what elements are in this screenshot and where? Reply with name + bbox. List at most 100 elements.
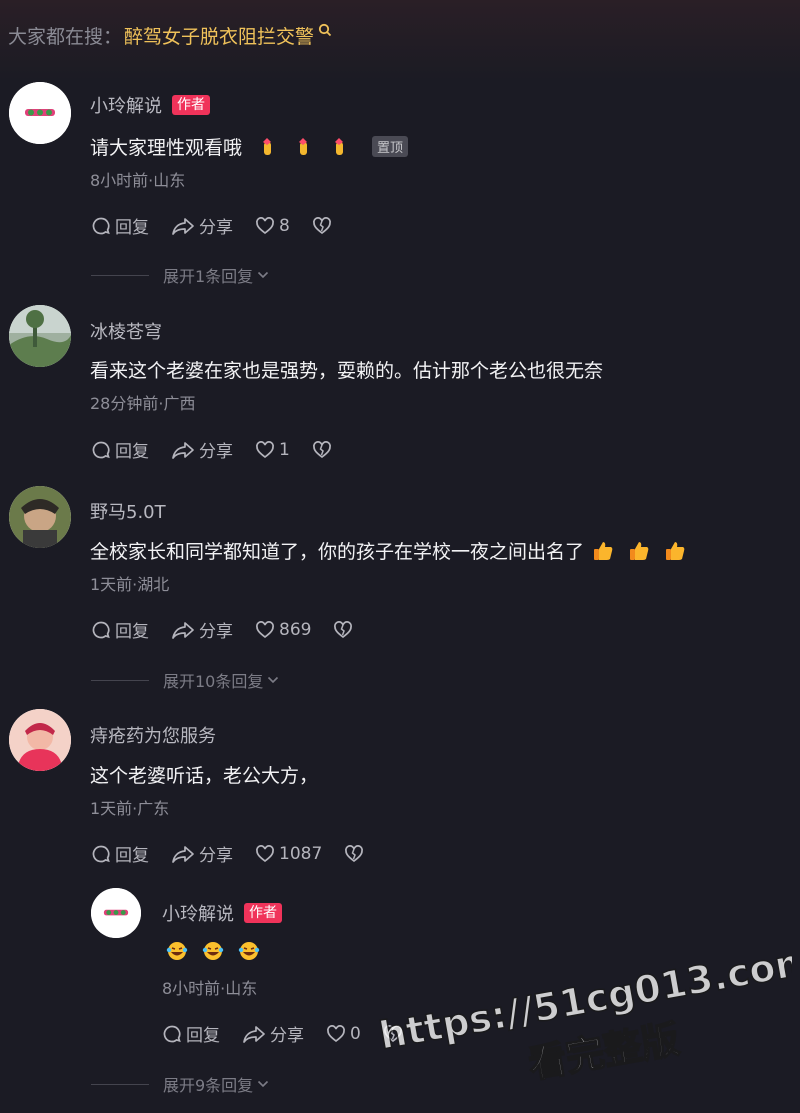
broken-heart-icon — [334, 620, 353, 638]
share-icon — [172, 845, 194, 863]
share-button[interactable]: 分享 — [171, 437, 233, 462]
divider-line — [91, 679, 149, 681]
comment-actions: 回复 分享 1087 — [91, 841, 390, 866]
reply-label: 回复 — [115, 622, 149, 642]
dislike-button[interactable] — [312, 216, 336, 236]
broken-heart-icon — [312, 440, 331, 458]
trending-search-bar[interactable]: 大家都在搜： 醉驾女子脱衣阻拦交警 — [8, 20, 332, 50]
username[interactable]: 小玲解说 — [162, 900, 234, 926]
reply-icon — [92, 621, 110, 638]
reply-label: 回复 — [115, 218, 149, 238]
comment-text: 请大家理性观看哦 — [90, 137, 243, 159]
share-label: 分享 — [199, 846, 233, 866]
thumbs-up-emoji-icon — [666, 541, 685, 560]
watermark-caption: 看完整版 — [525, 1017, 682, 1087]
share-button[interactable]: 分享 — [242, 1021, 304, 1046]
reply-button[interactable]: 回复 — [162, 1021, 220, 1046]
comment-meta: 8小时前·山东 — [90, 171, 186, 190]
avatar[interactable] — [9, 82, 71, 144]
reply-button[interactable]: 回复 — [91, 437, 149, 462]
reply-button[interactable]: 回复 — [91, 841, 149, 866]
share-icon — [172, 217, 194, 235]
reply-button[interactable]: 回复 — [91, 213, 149, 238]
laughing-tears-emoji-icon — [202, 942, 224, 960]
author-badge: 作者 — [172, 95, 210, 115]
comment-header: 痔疮药为您服务 — [90, 722, 216, 748]
comment-actions: 回复 分享 8 — [91, 213, 358, 238]
reply-label: 回复 — [115, 442, 149, 462]
heart-icon — [256, 620, 274, 638]
comment-text-row: 这个老婆听话，老公大方， — [90, 761, 318, 788]
dislike-button[interactable] — [333, 620, 357, 640]
comment-header: 野马5.0T — [90, 498, 166, 524]
comment-text: 这个老婆听话，老公大方， — [90, 765, 319, 787]
share-button[interactable]: 分享 — [171, 617, 233, 642]
like-button[interactable]: 0 — [326, 1024, 361, 1044]
reply-label: 回复 — [186, 1026, 220, 1046]
share-button[interactable]: 分享 — [171, 841, 233, 866]
like-button[interactable]: 1087 — [255, 844, 322, 864]
expand-replies[interactable]: 展开9条回复 — [91, 1072, 269, 1096]
pinned-badge: 置顶 — [372, 136, 409, 157]
comment-header: 小玲解说 作者 — [90, 92, 210, 118]
laughing-tears-emoji-icon — [166, 942, 188, 960]
comment-text-row: 请大家理性观看哦 置顶 — [90, 133, 409, 160]
landscape-avatar-icon — [9, 305, 71, 367]
expand-replies[interactable]: 展开10条回复 — [91, 668, 279, 692]
avatar[interactable] — [91, 888, 141, 938]
dislike-button[interactable] — [312, 440, 336, 460]
comment-header: 冰棱苍穹 — [90, 318, 162, 344]
expand-replies-label: 展开1条回复 — [163, 267, 254, 286]
comment-header: 小玲解说 作者 — [162, 900, 282, 926]
username[interactable]: 冰棱苍穹 — [90, 318, 162, 344]
author-logo-icon — [9, 82, 71, 144]
comment-actions: 回复 分享 1 — [91, 437, 358, 462]
like-count: 8 — [279, 215, 290, 236]
avatar[interactable] — [9, 486, 71, 548]
comment-text: 看来这个老婆在家也是强势，耍赖的。估计那个老公也很无奈 — [90, 360, 604, 382]
dislike-button[interactable] — [383, 1024, 407, 1044]
comment-actions: 回复 分享 0 — [162, 1021, 429, 1046]
finger-heart-emoji-icon — [335, 137, 344, 155]
reply-icon — [163, 1025, 181, 1042]
share-button[interactable]: 分享 — [171, 213, 233, 238]
reply-label: 回复 — [115, 846, 149, 866]
username[interactable]: 痔疮药为您服务 — [90, 722, 216, 748]
heart-icon — [327, 1024, 345, 1042]
comment-text-row: 全校家长和同学都知道了，你的孩子在学校一夜之间出名了 — [90, 537, 686, 564]
chevron-down-icon — [258, 1080, 269, 1088]
trending-search-keyword[interactable]: 醉驾女子脱衣阻拦交警 — [124, 22, 314, 49]
like-button[interactable]: 1 — [255, 440, 290, 460]
finger-heart-emoji-icon — [263, 137, 272, 155]
username[interactable]: 野马5.0T — [90, 498, 166, 524]
finger-heart-emoji-icon — [299, 137, 308, 155]
comment-meta: 8小时前·山东 — [162, 979, 258, 998]
reply-icon — [92, 845, 110, 862]
laughing-tears-emoji-icon — [238, 942, 260, 960]
chevron-down-icon — [268, 676, 279, 684]
heart-icon — [256, 216, 274, 234]
like-button[interactable]: 869 — [255, 620, 311, 640]
share-label: 分享 — [199, 622, 233, 642]
share-label: 分享 — [199, 442, 233, 462]
share-label: 分享 — [270, 1026, 304, 1046]
share-label: 分享 — [199, 218, 233, 238]
avatar[interactable] — [9, 709, 71, 771]
reply-icon — [92, 441, 110, 458]
share-icon — [243, 1025, 265, 1043]
expand-replies[interactable]: 展开1条回复 — [91, 263, 269, 287]
reply-button[interactable]: 回复 — [91, 617, 149, 642]
like-count: 869 — [279, 619, 312, 640]
like-button[interactable]: 8 — [255, 216, 290, 236]
author-logo-icon — [91, 888, 141, 938]
comment-actions: 回复 分享 869 — [91, 617, 379, 642]
share-icon — [172, 621, 194, 639]
avatar[interactable] — [9, 305, 71, 367]
comment-text-row — [162, 940, 260, 962]
dislike-button[interactable] — [344, 844, 368, 864]
comment-text-row: 看来这个老婆在家也是强势，耍赖的。估计那个老公也很无奈 — [90, 356, 603, 383]
comment-meta: 1天前·广东 — [90, 799, 170, 818]
thumbs-up-emoji-icon — [630, 541, 649, 560]
heart-icon — [256, 844, 274, 862]
username[interactable]: 小玲解说 — [90, 92, 162, 118]
